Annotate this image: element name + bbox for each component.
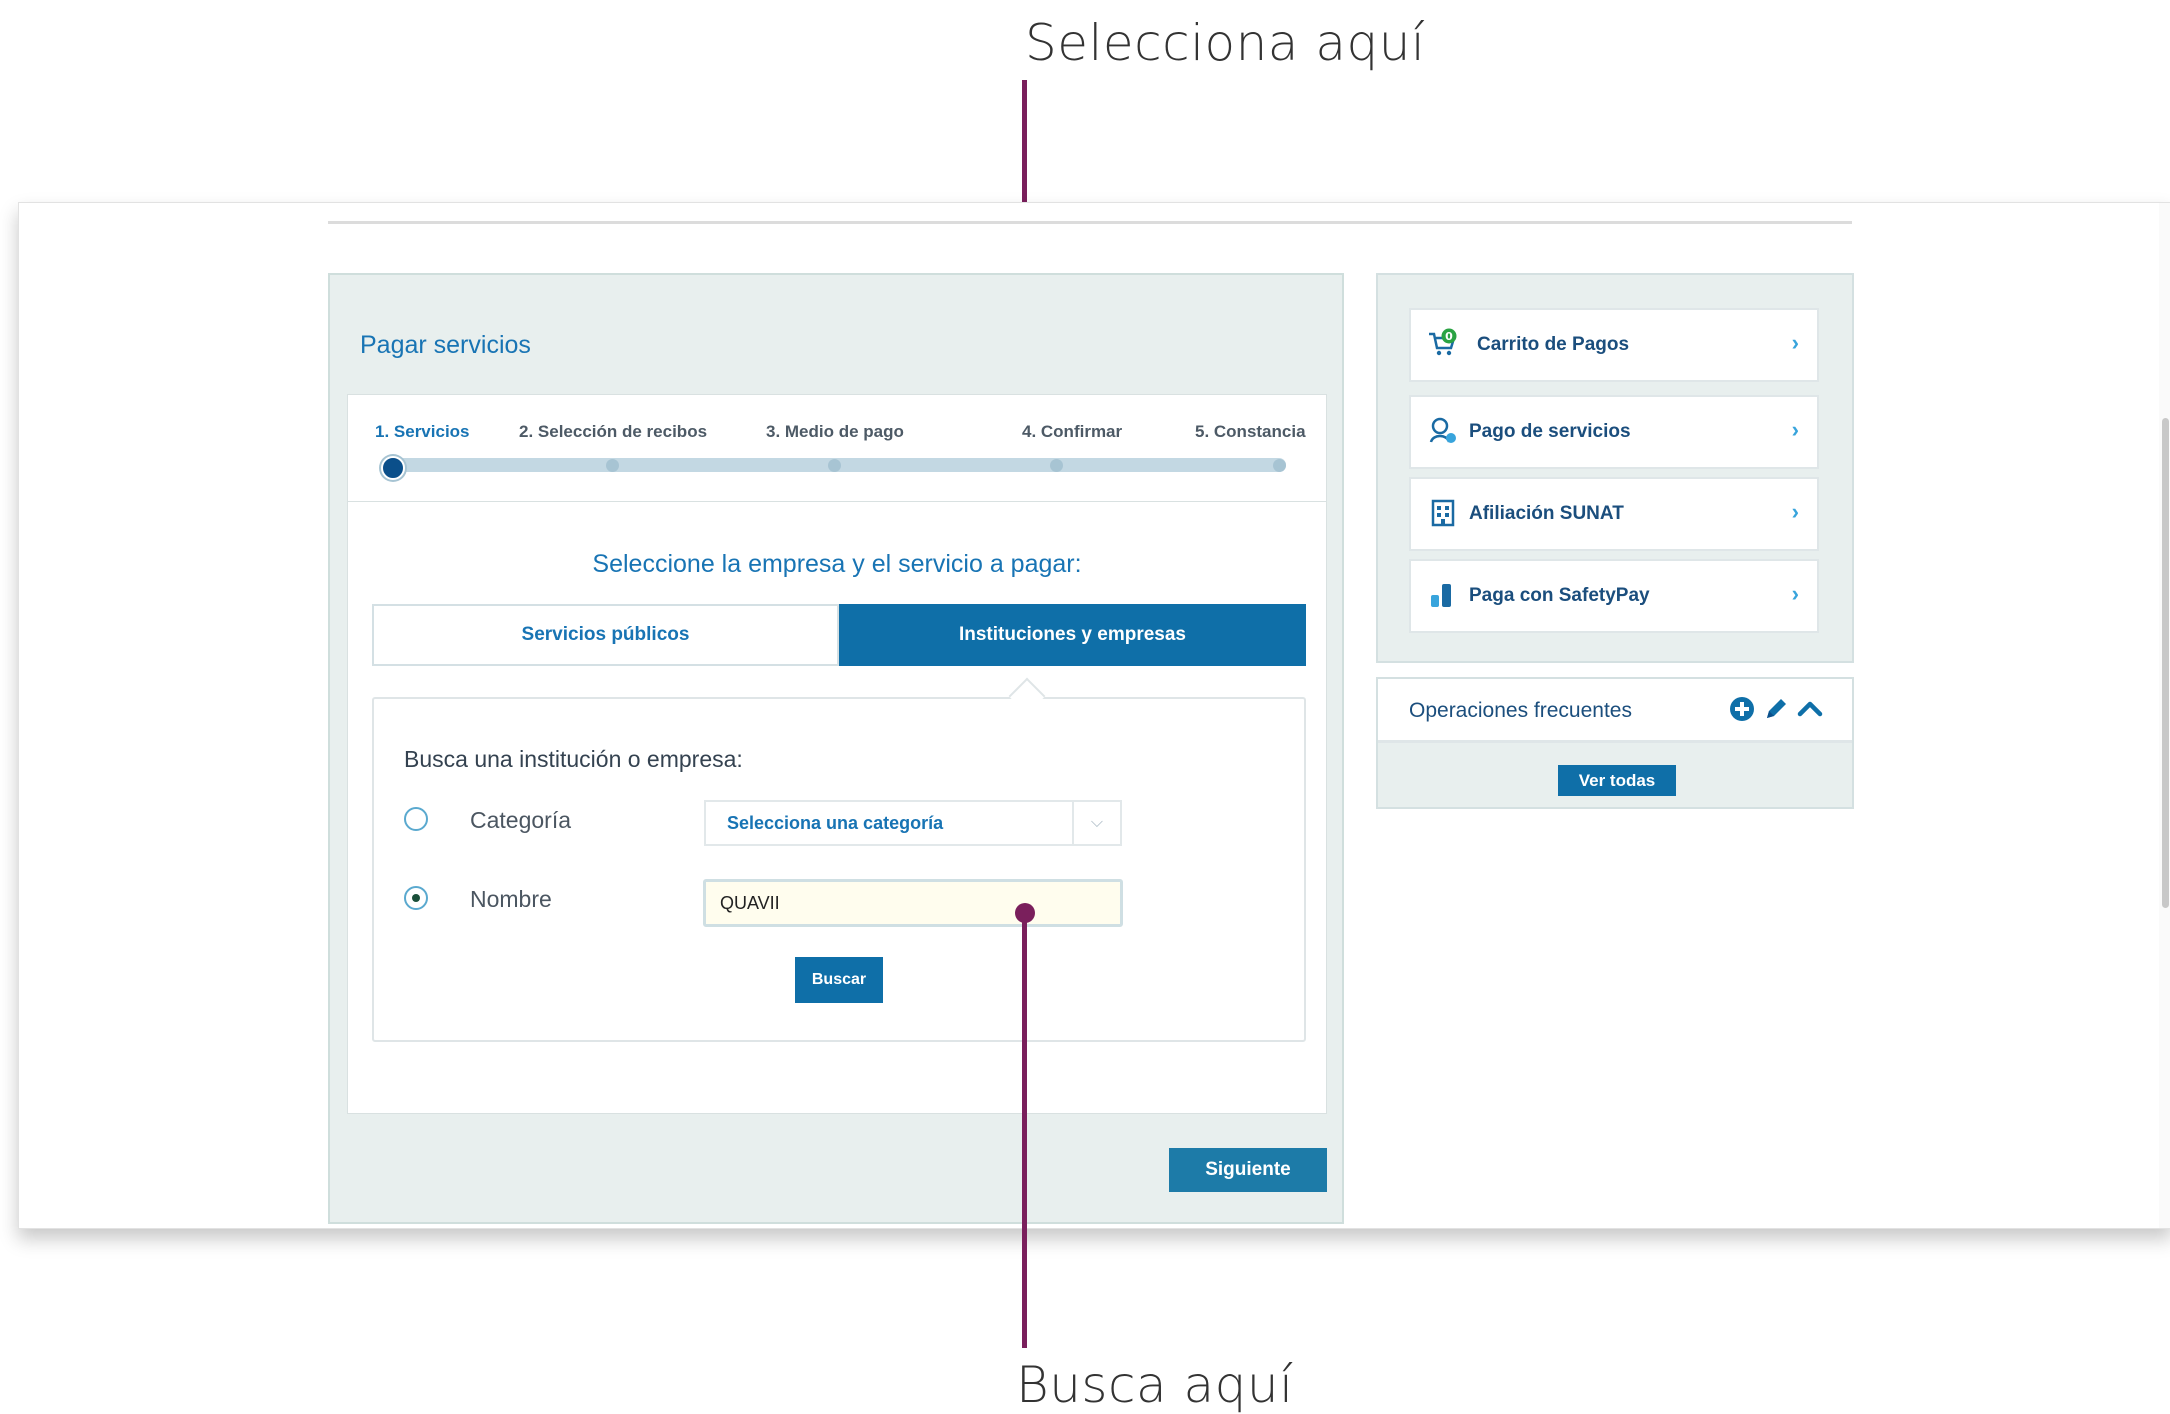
name-search-input[interactable] (703, 879, 1123, 927)
sidebar-item-label: Pago de servicios (1469, 421, 1631, 442)
step-4-dot (1050, 459, 1063, 472)
selection-subtitle: Seleccione la empresa y el servicio a pa… (592, 550, 1082, 578)
chevron-right-icon: › (1791, 417, 1799, 442)
step-3-dot (828, 459, 841, 472)
tab-instituciones-empresas[interactable]: Instituciones y empresas (839, 604, 1306, 666)
top-divider (328, 221, 1852, 224)
service-payment-icon (1429, 417, 1456, 443)
sidebar-item-cart[interactable]: 0 Carrito de Pagos › (1409, 308, 1819, 382)
building-icon (1431, 499, 1455, 527)
step-5-label: 5. Constancia (1195, 422, 1306, 441)
step-5-dot (1273, 459, 1286, 472)
callout-bottom-label: Busca aquí (1016, 1356, 1294, 1414)
category-select[interactable]: Selecciona una categoría ⌵ (704, 800, 1122, 846)
sidebar-item-sunat[interactable]: Afiliación SUNAT › (1409, 477, 1819, 551)
chevron-right-icon: › (1791, 581, 1799, 606)
callout-bottom-line (1022, 913, 1027, 1348)
search-form-label: Busca una institución o empresa: (404, 746, 743, 772)
cart-badge: 0 (1445, 330, 1453, 343)
chevron-down-icon[interactable]: ⌵ (1072, 802, 1120, 844)
step-1-label: 1. Servicios (375, 422, 470, 441)
view-all-button[interactable]: Ver todas (1558, 765, 1676, 796)
browser-screen: Pagar servicios 1. Servicios 2. Selecció… (18, 202, 2170, 1229)
frequent-operations-header: Operaciones frecuentes (1378, 679, 1852, 743)
sidebar-item-label: Afiliación SUNAT (1469, 503, 1624, 524)
chevron-right-icon: › (1791, 330, 1799, 355)
quick-actions-panel: 0 Carrito de Pagos › Pago de servicios › (1376, 273, 1854, 663)
sidebar-item-safetypay[interactable]: Paga con SafetyPay › (1409, 559, 1819, 633)
add-icon[interactable] (1728, 695, 1756, 723)
sidebar-item-service-payment[interactable]: Pago de servicios › (1409, 395, 1819, 469)
page-title: Pagar servicios (360, 331, 531, 359)
sidebar-item-label: Paga con SafetyPay (1469, 585, 1650, 606)
category-select-value: Selecciona una categoría (727, 813, 944, 833)
safetypay-icon (1431, 584, 1451, 607)
frequent-operations-panel: Operaciones frecuentes Ver todas (1376, 677, 1854, 809)
sidebar-item-label: Carrito de Pagos (1477, 334, 1630, 355)
category-radio[interactable] (404, 807, 428, 831)
frequent-operations-title: Operaciones frecuentes (1409, 699, 1632, 722)
cart-icon: 0 (1429, 328, 1457, 356)
step-2-dot (606, 459, 619, 472)
tab-servicios-publicos[interactable]: Servicios públicos (372, 604, 839, 666)
next-button[interactable]: Siguiente (1169, 1148, 1327, 1192)
step-3-label: 3. Medio de pago (766, 422, 904, 441)
callout-top-label: Selecciona aquí (1025, 14, 1426, 72)
chevron-up-icon[interactable] (1796, 695, 1824, 723)
edit-icon[interactable] (1762, 695, 1790, 723)
pay-services-panel: Pagar servicios 1. Servicios 2. Selecció… (328, 273, 1344, 1224)
step-4-label: 4. Confirmar (1022, 422, 1123, 441)
service-selection-area: Seleccione la empresa y el servicio a pa… (347, 502, 1327, 1114)
scrollbar[interactable] (2159, 203, 2170, 1228)
step-1-dot (381, 456, 405, 480)
name-radio-label: Nombre (470, 886, 552, 912)
category-radio-label: Categoría (470, 807, 572, 833)
name-radio[interactable] (404, 886, 428, 910)
callout-bottom-dot (1015, 903, 1035, 923)
search-button[interactable]: Buscar (795, 957, 883, 1003)
institution-search-form: Busca una institución o empresa: Categor… (372, 697, 1306, 1042)
chevron-right-icon: › (1791, 499, 1799, 524)
step-2-label: 2. Selección de recibos (519, 422, 708, 441)
scrollbar-thumb[interactable] (2162, 418, 2169, 908)
progress-stepper: 1. Servicios 2. Selección de recibos 3. … (347, 394, 1327, 502)
